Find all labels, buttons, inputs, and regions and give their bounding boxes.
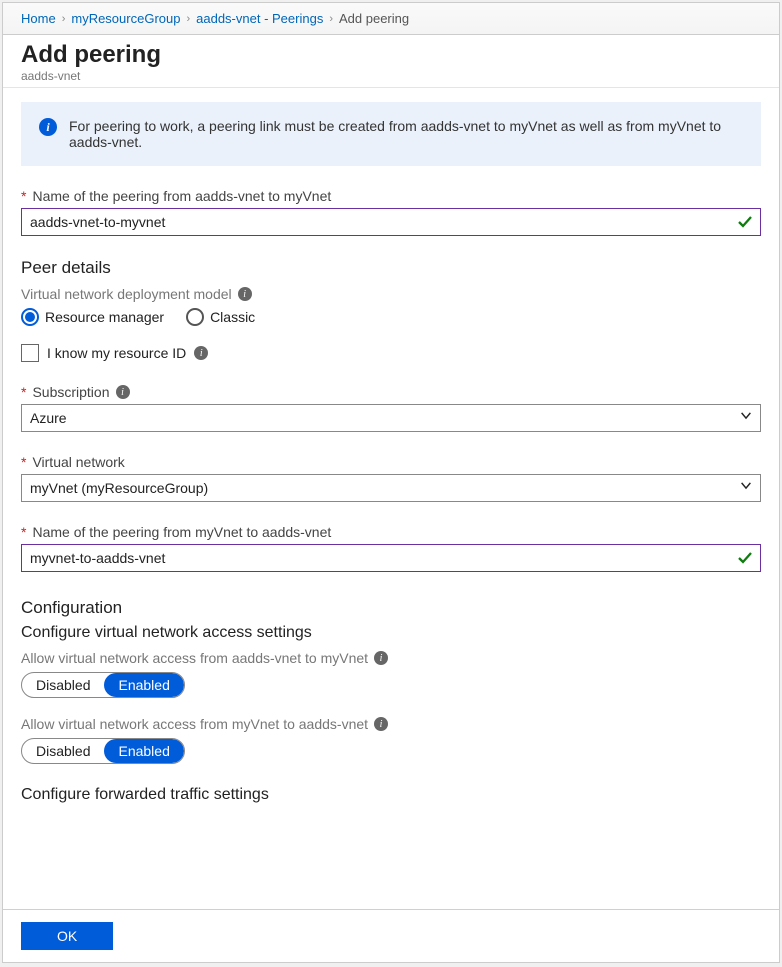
radio-icon: [21, 308, 39, 326]
breadcrumb-group[interactable]: myResourceGroup: [71, 11, 180, 26]
required-asterisk: *: [21, 524, 26, 540]
radio-icon: [186, 308, 204, 326]
peering-name-1-label: Name of the peering from aadds-vnet to m…: [32, 188, 331, 204]
virtual-network-label: Virtual network: [32, 454, 124, 470]
chevron-down-icon: [739, 479, 753, 498]
info-icon[interactable]: i: [238, 287, 252, 301]
ok-button[interactable]: OK: [21, 922, 113, 950]
toggle-enabled[interactable]: Enabled: [104, 739, 183, 763]
toggle-enabled[interactable]: Enabled: [104, 673, 183, 697]
footer-bar: OK: [3, 909, 779, 962]
toggle-disabled[interactable]: Disabled: [22, 739, 104, 763]
required-asterisk: *: [21, 188, 26, 204]
info-banner: i For peering to work, a peering link mu…: [21, 102, 761, 166]
subscription-select[interactable]: Azure: [21, 404, 761, 432]
subscription-label: Subscription: [32, 384, 109, 400]
info-icon[interactable]: i: [374, 717, 388, 731]
configuration-heading: Configuration: [21, 598, 761, 618]
peering-name-1-input[interactable]: [21, 208, 761, 236]
allow-access-2-toggle[interactable]: Disabled Enabled: [21, 738, 185, 764]
configure-forwarded-heading: Configure forwarded traffic settings: [21, 786, 761, 804]
allow-access-1-label: Allow virtual network access from aadds-…: [21, 650, 368, 666]
valid-check-icon: [737, 550, 753, 566]
know-resource-id-checkbox[interactable]: [21, 344, 39, 362]
info-text: For peering to work, a peering link must…: [69, 118, 743, 150]
allow-access-2-label: Allow virtual network access from myVnet…: [21, 716, 368, 732]
know-resource-id-label: I know my resource ID: [47, 345, 186, 361]
peering-name-2-label: Name of the peering from myVnet to aadds…: [32, 524, 331, 540]
toggle-disabled[interactable]: Disabled: [22, 673, 104, 697]
chevron-down-icon: [739, 409, 753, 428]
page-subtitle: aadds-vnet: [21, 69, 761, 83]
configure-access-heading: Configure virtual network access setting…: [21, 624, 761, 642]
info-icon[interactable]: i: [374, 651, 388, 665]
page-header: Add peering aadds-vnet: [3, 35, 779, 87]
allow-access-1-toggle[interactable]: Disabled Enabled: [21, 672, 185, 698]
chevron-right-icon: ›: [186, 13, 190, 25]
page-title: Add peering: [21, 41, 761, 69]
breadcrumb: Home › myResourceGroup › aadds-vnet - Pe…: [3, 3, 779, 35]
chevron-right-icon: ›: [62, 13, 66, 25]
breadcrumb-vnet[interactable]: aadds-vnet - Peerings: [196, 11, 323, 26]
info-icon[interactable]: i: [194, 346, 208, 360]
chevron-right-icon: ›: [329, 13, 333, 25]
radio-classic[interactable]: Classic: [186, 308, 255, 326]
virtual-network-select[interactable]: myVnet (myResourceGroup): [21, 474, 761, 502]
breadcrumb-current: Add peering: [339, 11, 409, 26]
radio-classic-label: Classic: [210, 309, 255, 325]
valid-check-icon: [737, 214, 753, 230]
deployment-model-label: Virtual network deployment model: [21, 286, 232, 302]
radio-rm-label: Resource manager: [45, 309, 164, 325]
info-icon[interactable]: i: [116, 385, 130, 399]
breadcrumb-home[interactable]: Home: [21, 11, 56, 26]
info-icon: i: [39, 118, 57, 136]
required-asterisk: *: [21, 384, 26, 400]
peer-details-heading: Peer details: [21, 258, 761, 278]
peering-name-2-input[interactable]: [21, 544, 761, 572]
required-asterisk: *: [21, 454, 26, 470]
radio-resource-manager[interactable]: Resource manager: [21, 308, 164, 326]
